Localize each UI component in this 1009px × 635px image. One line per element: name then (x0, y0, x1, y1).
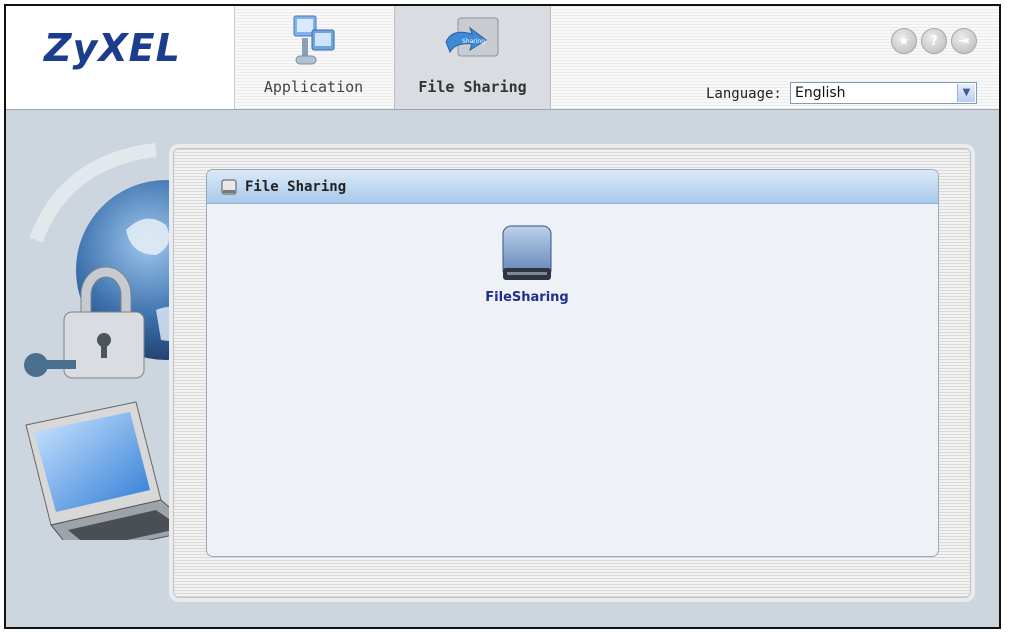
file-sharing-panel: File Sharing FileSharing (206, 169, 939, 557)
language-select[interactable]: English ▼ (790, 82, 977, 104)
zyxel-logo: ZyXEL (44, 26, 181, 70)
filesharing-label: FileSharing (485, 290, 569, 305)
language-selected-value: English (795, 85, 846, 101)
svg-text:Sharing: Sharing (462, 38, 485, 45)
main-content: File Sharing FileSharing (6, 110, 999, 627)
chevron-down-icon[interactable]: ▼ (957, 84, 975, 102)
language-label: Language: (706, 86, 782, 102)
hard-drive-icon (502, 225, 552, 280)
app-window: ZyXEL Application Sharing File Sharing ★… (4, 4, 1001, 629)
file-sharing-icon: Sharing (440, 12, 506, 74)
tab-file-sharing-label: File Sharing (418, 78, 527, 96)
drive-small-icon (221, 179, 237, 194)
top-icon-group: ★ ? ⇥ (891, 28, 977, 54)
logout-icon[interactable]: ⇥ (951, 28, 977, 54)
outer-panel: File Sharing FileSharing (173, 148, 971, 598)
tab-file-sharing[interactable]: Sharing File Sharing (394, 6, 551, 109)
security-illustration (24, 143, 196, 540)
filesharing-item[interactable]: FileSharing (467, 224, 587, 305)
header: ZyXEL Application Sharing File Sharing ★… (6, 6, 999, 110)
application-icon (288, 12, 340, 74)
panel-title: File Sharing (245, 178, 347, 195)
help-icon[interactable]: ? (921, 28, 947, 54)
tab-application[interactable]: Application (236, 6, 391, 109)
tab-application-label: Application (263, 78, 364, 96)
home-icon[interactable]: ★ (891, 28, 917, 54)
panel-title-bar: File Sharing (207, 170, 938, 204)
